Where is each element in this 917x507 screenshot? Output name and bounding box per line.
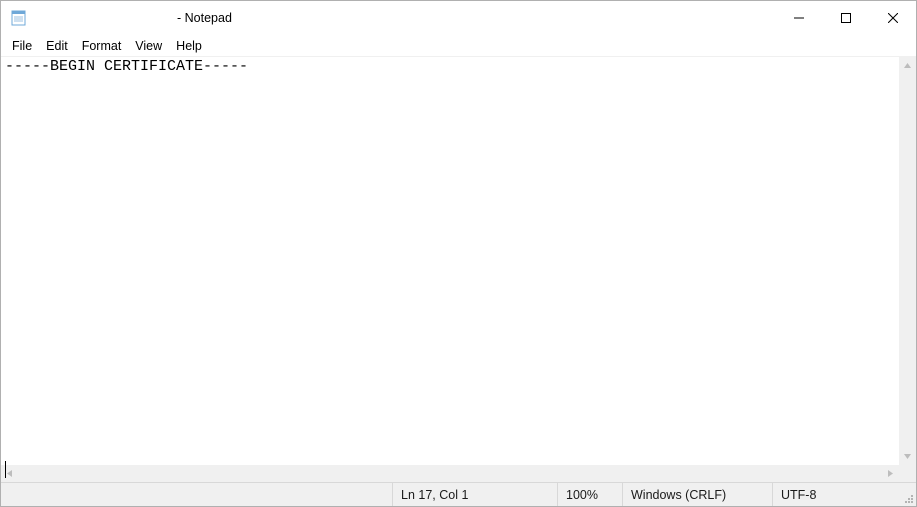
status-encoding: UTF-8 (772, 483, 902, 506)
status-zoom: 100% (557, 483, 622, 506)
minimize-button[interactable] (775, 1, 822, 35)
menu-bar: File Edit Format View Help (1, 35, 916, 57)
resize-grip-icon[interactable] (902, 483, 916, 506)
menu-help[interactable]: Help (169, 37, 209, 55)
text-editor[interactable]: -----BEGIN CERTIFICATE----- (1, 57, 899, 465)
editor-container: -----BEGIN CERTIFICATE----- (1, 57, 916, 482)
horizontal-scrollbar[interactable] (1, 465, 916, 482)
status-position: Ln 17, Col 1 (392, 483, 557, 506)
status-eol: Windows (CRLF) (622, 483, 772, 506)
menu-file[interactable]: File (5, 37, 39, 55)
menu-format[interactable]: Format (75, 37, 129, 55)
status-bar: Ln 17, Col 1 100% Windows (CRLF) UTF-8 (1, 482, 916, 506)
scroll-down-icon[interactable] (899, 448, 916, 465)
window-title: - Notepad (37, 11, 232, 25)
scroll-up-icon[interactable] (899, 57, 916, 74)
scroll-left-icon[interactable] (1, 465, 18, 482)
menu-view[interactable]: View (128, 37, 169, 55)
window-controls (775, 1, 916, 35)
notepad-icon (1, 9, 37, 27)
status-spacer (1, 483, 392, 506)
menu-edit[interactable]: Edit (39, 37, 75, 55)
vertical-scrollbar[interactable] (899, 57, 916, 465)
text-caret (5, 461, 6, 478)
close-button[interactable] (869, 1, 916, 35)
title-bar: - Notepad (1, 1, 916, 35)
maximize-button[interactable] (822, 1, 869, 35)
scroll-right-icon[interactable] (882, 465, 899, 482)
scrollbar-corner (899, 465, 916, 482)
